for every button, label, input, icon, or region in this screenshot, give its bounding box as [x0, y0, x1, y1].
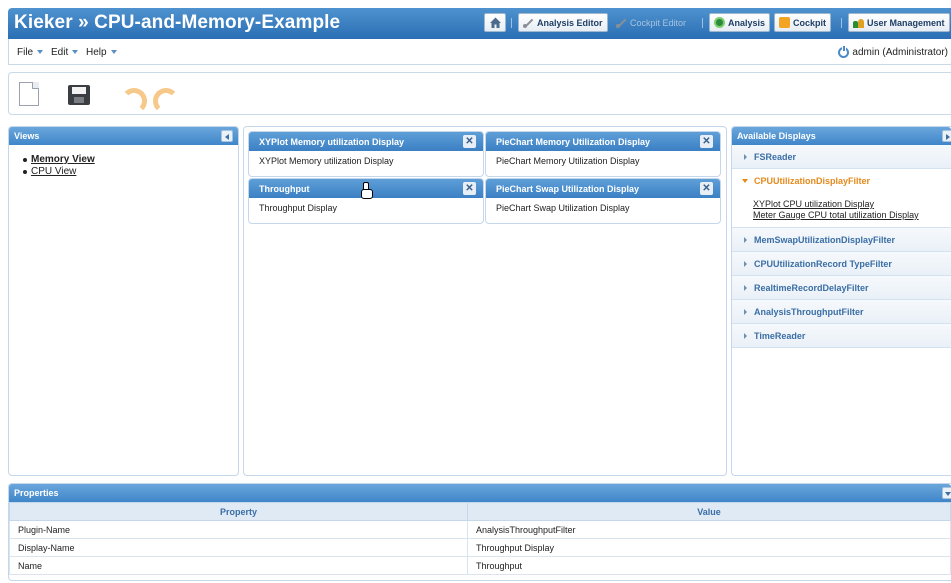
user-management-label: User Management	[867, 17, 945, 28]
accordion-item-timereader[interactable]: TimeReader	[732, 324, 951, 348]
file-menu[interactable]: File	[17, 47, 44, 58]
accordion-content: XYPlot CPU utilization Display Meter Gau…	[732, 193, 951, 228]
available-displays-header: Available Displays	[732, 127, 951, 145]
chevron-down-icon	[37, 50, 44, 54]
users-icon	[853, 17, 864, 28]
close-icon[interactable]: ✕	[463, 182, 476, 195]
chevron-down-icon	[72, 50, 79, 54]
hand-cursor-icon	[360, 182, 373, 199]
logout-power-icon[interactable]	[838, 45, 850, 58]
collapse-right-icon[interactable]	[942, 130, 951, 142]
close-icon[interactable]: ✕	[463, 135, 476, 148]
accordion-item-fsreader[interactable]: FSReader	[732, 145, 951, 169]
display-card-title: XYPlot Memory utilization Display	[259, 137, 405, 147]
display-card-body: XYPlot Memory utilization Display	[259, 156, 394, 166]
analysis-editor-button[interactable]: Analysis Editor	[518, 13, 608, 32]
accordion-item-mem-swap-filter[interactable]: MemSwapUtilizationDisplayFilter	[732, 228, 951, 252]
properties-title: Properties	[14, 488, 59, 498]
home-icon	[489, 16, 502, 29]
analysis-button[interactable]: Analysis	[709, 13, 771, 32]
display-card-body: PieChart Memory Utilization Display	[496, 156, 640, 166]
views-panel: Views Memory View CPU View	[8, 126, 239, 476]
chevron-down-icon	[110, 50, 117, 54]
collapse-down-icon[interactable]	[942, 487, 951, 499]
display-link[interactable]: XYPlot CPU utilization Display	[753, 199, 951, 210]
app-header: Kieker » CPU-and-Memory-Example Analysis…	[8, 8, 951, 39]
display-card-header[interactable]: PieChart Memory Utilization Display ✕	[486, 132, 720, 151]
accordion-item-realtime-delay-filter[interactable]: RealtimeRecordDelayFilter	[732, 276, 951, 300]
dashboard-panel: XYPlot Memory utilization Display ✕ XYPl…	[243, 126, 727, 476]
property-name-cell: Name	[9, 556, 468, 575]
user-info[interactable]: admin (Administrator)	[838, 45, 948, 58]
views-list: Memory View CPU View	[9, 145, 238, 178]
header-separator	[702, 18, 703, 28]
home-button[interactable]	[484, 13, 506, 32]
property-value-cell[interactable]: AnalysisThroughputFilter	[467, 520, 951, 539]
save-icon[interactable]	[68, 85, 90, 105]
table-row[interactable]: Display-Name Throughput Display	[9, 538, 951, 557]
accordion-item-cpu-record-type-filter[interactable]: CPUUtilizationRecord TypeFilter	[732, 252, 951, 276]
cockpit-button[interactable]: Cockpit	[774, 13, 832, 32]
wrench-icon	[616, 17, 627, 28]
app-title: Kieker » CPU-and-Memory-Example	[14, 12, 341, 33]
accordion-item-analysis-throughput-filter[interactable]: AnalysisThroughputFilter	[732, 300, 951, 324]
collapse-left-icon[interactable]	[221, 130, 233, 142]
cockpit-label: Cockpit	[793, 17, 827, 28]
view-item-memory[interactable]: Memory View	[23, 154, 238, 166]
user-name: admin (Administrator)	[852, 47, 948, 58]
wrench-icon	[523, 17, 534, 28]
available-displays-panel: Available Displays FSReader CPUUtilizati…	[731, 126, 951, 476]
available-displays-title: Available Displays	[737, 131, 816, 141]
column-header-property: Property	[9, 502, 468, 521]
property-name-cell: Display-Name	[9, 538, 468, 557]
toolbar	[8, 72, 951, 115]
display-card-title: PieChart Swap Utilization Display	[496, 184, 640, 194]
cockpit-editor-button[interactable]: Cockpit Editor	[611, 13, 691, 32]
help-menu-label: Help	[86, 47, 107, 58]
property-name-cell: Plugin-Name	[9, 520, 468, 539]
analysis-label: Analysis	[728, 17, 766, 28]
properties-header: Properties	[9, 484, 951, 502]
display-link[interactable]: Meter Gauge CPU total utilization Displa…	[753, 210, 951, 221]
display-card-title: PieChart Memory Utilization Display	[496, 137, 651, 147]
properties-table: Property Value Plugin-Name AnalysisThrou…	[9, 502, 951, 575]
help-menu[interactable]: Help	[86, 47, 117, 58]
analysis-icon	[714, 17, 725, 28]
table-row[interactable]: Plugin-Name AnalysisThroughputFilter	[9, 520, 951, 539]
header-separator	[841, 18, 842, 28]
display-card[interactable]: PieChart Memory Utilization Display ✕ Pi…	[485, 131, 721, 177]
property-value-cell[interactable]: Throughput Display	[467, 538, 951, 557]
edit-menu-label: Edit	[51, 47, 69, 58]
header-separator	[511, 18, 512, 28]
undo-icon[interactable]	[117, 83, 147, 114]
properties-panel: Properties Property Value Plugin-Name An…	[8, 483, 951, 581]
display-card[interactable]: XYPlot Memory utilization Display ✕ XYPl…	[248, 131, 484, 177]
display-card-body: PieChart Swap Utilization Display	[496, 203, 630, 213]
cockpit-editor-label: Cockpit Editor	[630, 17, 687, 28]
cockpit-icon	[779, 17, 790, 28]
view-item-cpu[interactable]: CPU View	[23, 166, 238, 178]
accordion-item-cpu-utilization-display-filter[interactable]: CPUUtilizationDisplayFilter	[732, 169, 951, 193]
display-card-body: Throughput Display	[259, 203, 338, 213]
display-card[interactable]: PieChart Swap Utilization Display ✕ PieC…	[485, 178, 721, 224]
column-header-value: Value	[467, 502, 951, 521]
views-panel-header: Views	[9, 127, 238, 145]
table-row[interactable]: Name Throughput	[9, 556, 951, 575]
edit-menu[interactable]: Edit	[51, 47, 79, 58]
user-management-button[interactable]: User Management	[848, 13, 950, 32]
close-icon[interactable]: ✕	[700, 135, 713, 148]
file-menu-label: File	[17, 47, 34, 58]
new-document-icon[interactable]	[19, 82, 39, 106]
property-value-cell[interactable]: Throughput	[467, 556, 951, 575]
display-card-header[interactable]: XYPlot Memory utilization Display ✕	[249, 132, 483, 151]
redo-icon[interactable]	[149, 83, 179, 114]
display-card-title: Throughput	[259, 184, 310, 194]
menubar: File Edit Help admin (Administrator)	[8, 39, 951, 65]
analysis-editor-label: Analysis Editor	[537, 17, 603, 28]
close-icon[interactable]: ✕	[700, 182, 713, 195]
views-panel-title: Views	[14, 131, 40, 141]
display-card-header[interactable]: PieChart Swap Utilization Display ✕	[486, 179, 720, 198]
